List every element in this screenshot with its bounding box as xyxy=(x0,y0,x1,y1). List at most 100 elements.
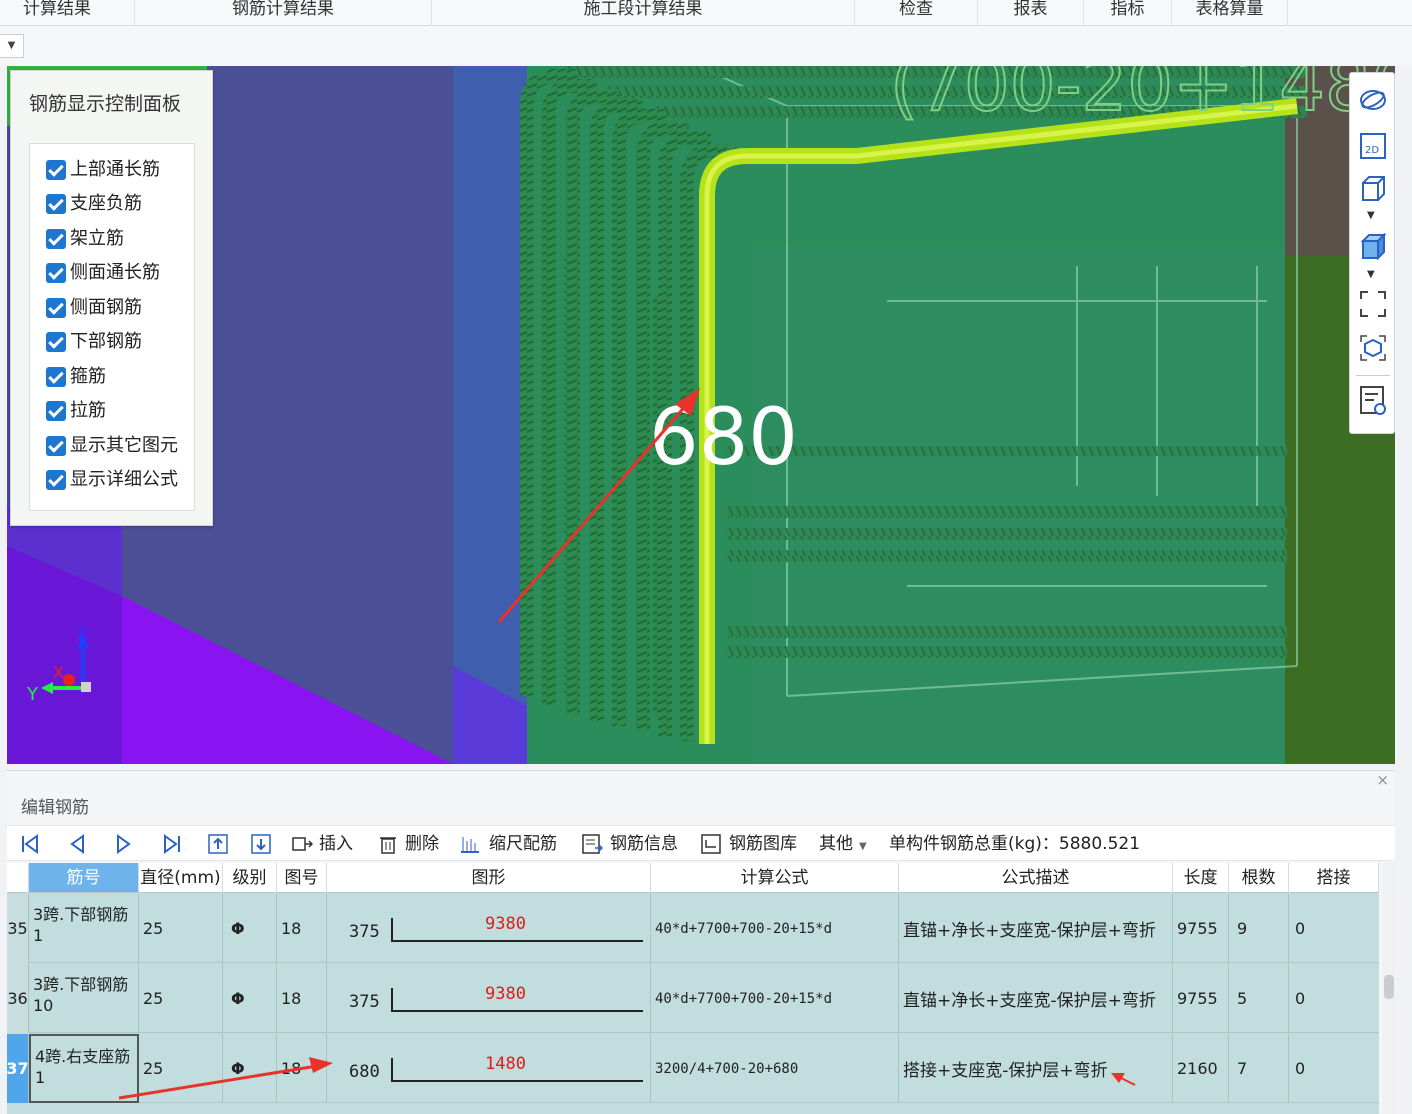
cell-bar-name[interactable]: 3跨.下部钢筋1 xyxy=(29,894,139,963)
3d-viewport[interactable]: (700-20+1480 680 Z X Y xyxy=(7,66,1395,764)
move-up-icon[interactable] xyxy=(207,833,229,855)
scale-rebar-button[interactable]: 缩尺配筋 xyxy=(489,832,557,856)
cell-count[interactable]: 5 xyxy=(1229,964,1289,1033)
checked-icon xyxy=(46,332,66,352)
col-header-diameter[interactable]: 直径(mm) xyxy=(139,863,223,893)
cell-lap[interactable]: 0 xyxy=(1289,964,1379,1033)
shape-main-length: 1480 xyxy=(485,1054,526,1074)
chevron-down-icon[interactable]: ▼ xyxy=(1367,269,1375,280)
other-menu-button[interactable]: 其他 ▼ xyxy=(819,832,867,859)
list-settings-icon[interactable] xyxy=(1358,385,1388,415)
cell-fig-no[interactable]: 18 xyxy=(277,1034,327,1103)
delete-button[interactable]: 删除 xyxy=(405,832,439,856)
tab-check[interactable]: 检查 xyxy=(855,0,978,26)
tab-calc-result[interactable]: 计算结果 xyxy=(0,0,135,26)
cell-lap[interactable]: 0 xyxy=(1289,894,1379,963)
col-header-count[interactable]: 根数 xyxy=(1229,863,1289,893)
col-header-lap[interactable]: 搭接 xyxy=(1289,863,1379,893)
rebar-library-button[interactable]: 钢筋图库 xyxy=(729,832,797,856)
cell-shape[interactable]: 375 9380 xyxy=(327,894,651,963)
cell-description[interactable]: 直锚+净长+支座宽-保护层+弯折 xyxy=(899,964,1173,1033)
col-header-bar-no[interactable]: 筋号 xyxy=(29,863,139,893)
panel-title: 钢筋显示控制面板 xyxy=(29,93,182,115)
scrollbar-thumb[interactable] xyxy=(1384,975,1394,999)
vertical-scrollbar[interactable] xyxy=(1383,863,1395,1114)
fit-screen-icon[interactable] xyxy=(1358,289,1388,319)
checked-icon xyxy=(46,160,66,180)
cell-grade[interactable]: Φ xyxy=(223,894,277,963)
cell-length[interactable]: 9755 xyxy=(1173,894,1229,963)
cell-shape[interactable]: 680 1480 xyxy=(327,1034,651,1103)
shape-main-line xyxy=(391,1010,643,1012)
close-icon[interactable]: × xyxy=(1376,771,1389,789)
tab-table-qty[interactable]: 表格算量 xyxy=(1172,0,1288,26)
shape-main-length: 9380 xyxy=(485,914,526,934)
checked-icon xyxy=(46,194,66,214)
col-header-length[interactable]: 长度 xyxy=(1173,863,1229,893)
cell-fig-no[interactable]: 18 xyxy=(277,894,327,963)
library-icon xyxy=(701,834,721,854)
insert-icon xyxy=(292,837,313,851)
col-header-grade[interactable]: 级别 xyxy=(223,863,277,893)
shape-hook-line xyxy=(391,918,393,942)
cell-description[interactable]: 搭接+支座宽-保护层+弯折 xyxy=(899,1034,1173,1103)
table-row[interactable]: 36 3跨.下部钢筋10 25 Φ 18 375 9380 40*d+7700+… xyxy=(7,964,1379,1033)
cell-grade[interactable]: Φ xyxy=(223,1034,277,1103)
checked-icon xyxy=(46,298,66,318)
col-header-formula[interactable]: 计算公式 xyxy=(651,863,899,893)
sub-toolbar: ▼ xyxy=(0,26,1412,66)
col-header-shape[interactable]: 图形 xyxy=(327,863,651,893)
next-record-icon[interactable] xyxy=(112,833,134,855)
cell-fig-no[interactable]: 18 xyxy=(277,964,327,1033)
last-record-icon[interactable] xyxy=(161,833,183,855)
checked-icon xyxy=(46,229,66,249)
panel-checkbox-list: 上部通长筋 支座负筋 架立筋 侧面通长筋 侧面钢筋 下部钢筋 箍筋 拉筋 显示其… xyxy=(29,143,195,511)
shape-hook-line xyxy=(391,1058,393,1082)
cell-formula[interactable]: 40*d+7700+700-20+15*d xyxy=(651,894,899,963)
tab-report[interactable]: 报表 xyxy=(978,0,1084,26)
prev-record-icon[interactable] xyxy=(67,833,89,855)
cell-diameter[interactable]: 25 xyxy=(139,894,223,963)
cell-count[interactable]: 7 xyxy=(1229,1034,1289,1103)
row-number: 36 xyxy=(7,964,29,1033)
cell-lap[interactable]: 0 xyxy=(1289,1034,1379,1103)
shape-left-length: 375 xyxy=(349,922,380,942)
cell-length[interactable]: 9755 xyxy=(1173,964,1229,1033)
chevron-down-icon[interactable]: ▼ xyxy=(1367,210,1375,221)
first-record-icon[interactable] xyxy=(19,833,41,855)
2d-view-icon[interactable]: 2D xyxy=(1358,131,1388,161)
cube-view-icon[interactable] xyxy=(1358,173,1388,203)
move-down-icon[interactable] xyxy=(250,833,272,855)
cell-shape[interactable]: 375 9380 xyxy=(327,964,651,1033)
cell-formula[interactable]: 3200/4+700-20+680 xyxy=(651,1034,899,1103)
orbit-icon[interactable] xyxy=(1358,85,1388,115)
solid-cube-icon[interactable] xyxy=(1358,231,1388,261)
rebar-info-button[interactable]: 钢筋信息 xyxy=(610,832,678,856)
rebar-display-panel: 钢筋显示控制面板 上部通长筋 支座负筋 架立筋 侧面通长筋 侧面钢筋 下部钢筋 … xyxy=(10,70,213,526)
cell-description[interactable]: 直锚+净长+支座宽-保护层+弯折 xyxy=(899,894,1173,963)
rebar-3d-scene: (700-20+1480 680 Z X Y xyxy=(7,66,1395,764)
dropdown-button[interactable]: ▼ xyxy=(0,34,24,58)
cell-count[interactable]: 9 xyxy=(1229,894,1289,963)
view-toolbox: 2D ▼ ▼ xyxy=(1349,72,1395,434)
col-header-fig-no[interactable]: 图号 xyxy=(277,863,327,893)
cell-bar-name[interactable]: 4跨.右支座筋1 xyxy=(29,1034,139,1103)
panel-title: 编辑钢筋 xyxy=(21,798,89,818)
cell-bar-name[interactable]: 3跨.下部钢筋10 xyxy=(29,964,139,1033)
cell-diameter[interactable]: 25 xyxy=(139,1034,223,1103)
table-row[interactable]: 35 3跨.下部钢筋1 25 Φ 18 375 9380 40*d+7700+7… xyxy=(7,894,1379,963)
insert-button[interactable]: 插入 xyxy=(319,832,353,856)
table-row[interactable]: 37 4跨.右支座筋1 25 Φ 18 680 1480 3200/4+700-… xyxy=(6,1034,1379,1103)
tab-rebar-result[interactable]: 钢筋计算结果 xyxy=(135,0,432,26)
cell-formula[interactable]: 40*d+7700+700-20+15*d xyxy=(651,964,899,1033)
tab-segment-result[interactable]: 施工段计算结果 xyxy=(432,0,855,26)
svg-text:2D: 2D xyxy=(1365,145,1379,156)
col-header-description[interactable]: 公式描述 xyxy=(899,863,1173,893)
checked-icon xyxy=(46,401,66,421)
cell-length[interactable]: 2160 xyxy=(1173,1034,1229,1103)
tab-indicator[interactable]: 指标 xyxy=(1084,0,1172,26)
shape-left-length: 680 xyxy=(349,1062,380,1082)
cell-grade[interactable]: Φ xyxy=(223,964,277,1033)
cell-diameter[interactable]: 25 xyxy=(139,964,223,1033)
element-view-icon[interactable] xyxy=(1358,333,1388,363)
